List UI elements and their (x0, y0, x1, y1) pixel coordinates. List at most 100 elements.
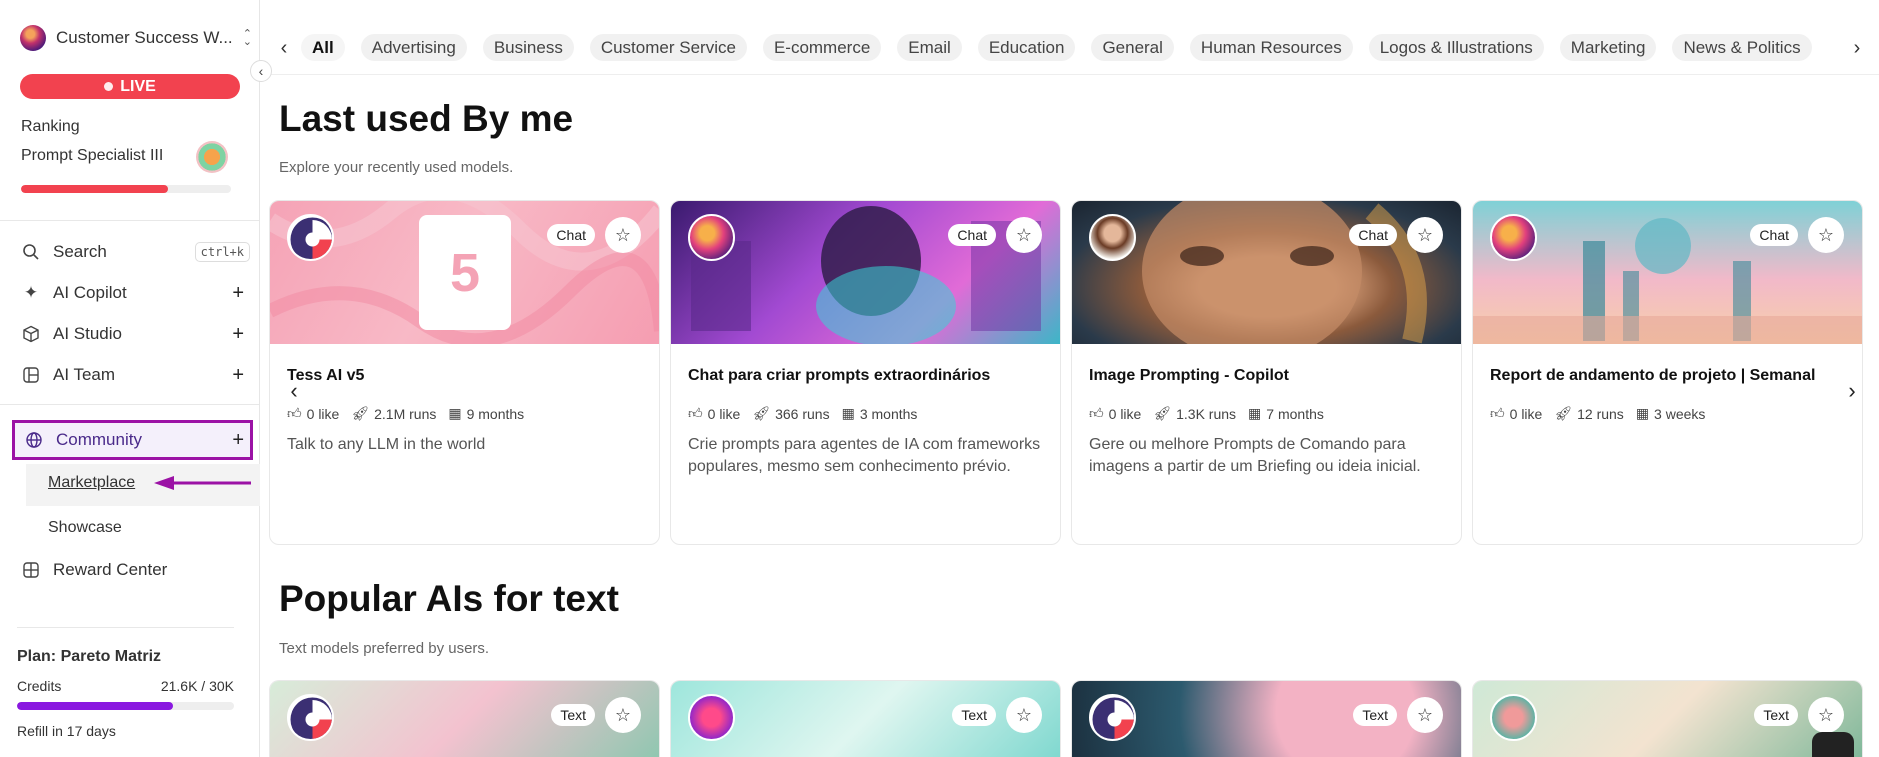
model-card[interactable]: Chat ☆ Chat para criar prompts extraordi… (670, 200, 1061, 545)
star-icon[interactable]: ☆ (605, 217, 641, 253)
category-chip[interactable]: Advertising (360, 34, 467, 61)
model-card[interactable]: 5 Chat ☆ Tess AI v5 👍︎ 0 like 🚀︎ 2.1M runs… (269, 200, 660, 545)
chat-support-button[interactable] (1812, 732, 1854, 757)
card-age: 3 months (859, 405, 918, 422)
sidebar-item-label: AI Studio (53, 324, 122, 343)
category-chip[interactable]: Business (482, 34, 574, 61)
rocket-icon: 🚀︎ (1153, 405, 1172, 421)
thumbs-up-icon[interactable]: 👍︎ (1089, 405, 1104, 422)
chevron-left-icon[interactable]: ‹ (284, 378, 304, 403)
credits-progress-bar (17, 702, 234, 710)
section-title-popular: Popular AIs for text (279, 578, 619, 619)
card-title: Chat para criar prompts extraordinários (688, 367, 991, 384)
card-likes: 0 like (707, 405, 741, 422)
sidebar-item-label: AI Copilot (53, 283, 127, 302)
star-icon[interactable]: ☆ (1407, 217, 1443, 253)
search-shortcut: ctrl+k (194, 242, 250, 262)
thumbs-up-icon[interactable]: 👍︎ (287, 405, 302, 422)
annotation-arrow-icon (154, 476, 251, 490)
category-chip[interactable]: Email (897, 34, 962, 61)
section-subtitle-last-used: Explore your recently used models. (279, 159, 514, 176)
workspace-name: Customer Success W... (56, 28, 233, 47)
ranking-progress-fill (21, 185, 168, 193)
model-card[interactable]: Text ☆ (1472, 680, 1863, 757)
card-tag: Text (1754, 704, 1798, 726)
rocket-icon: 🚀︎ (351, 405, 370, 421)
star-icon[interactable]: ☆ (1808, 697, 1844, 733)
app-root: Customer Success W... ⌃ ⌄ LIVE Ranking Pr… (0, 0, 1879, 757)
card-avatar (688, 214, 735, 261)
sidebar-item-community[interactable]: Community + (12, 420, 253, 460)
sidebar-item-ai-team[interactable]: AI Team + (20, 358, 250, 392)
card-avatar (1490, 694, 1537, 741)
globe-icon (23, 429, 45, 451)
chevron-left-icon[interactable]: ‹ (273, 37, 295, 59)
card-meta: 👍︎ 0 like 🚀︎ 12 runs ▦ 3 weeks (1490, 405, 1850, 422)
card-age: 7 months (1266, 405, 1324, 422)
plus-icon[interactable]: + (232, 282, 244, 305)
star-icon[interactable]: ☆ (1006, 217, 1042, 253)
card-tag: Text (1353, 704, 1397, 726)
workspace-avatar (20, 25, 46, 51)
card-runs: 12 runs (1577, 405, 1624, 422)
credits-value: 21.6K / 30K (160, 678, 234, 694)
category-chip[interactable]: Human Resources (1189, 34, 1353, 61)
thumbs-up-icon[interactable]: 👍︎ (688, 405, 703, 422)
card-tag: Chat (1349, 224, 1397, 246)
workspace-switcher[interactable]: Customer Success W... ⌃ ⌄ (20, 24, 252, 52)
model-card[interactable]: Chat ☆ Report de andamento de projeto | … (1472, 200, 1863, 545)
category-chip[interactable]: General (1091, 34, 1174, 61)
card-age: 9 months (466, 405, 525, 422)
live-button[interactable]: LIVE (20, 74, 240, 99)
model-card[interactable]: Text ☆ (670, 680, 1061, 757)
gift-icon (20, 559, 42, 581)
category-chip[interactable]: Logos & Illustrations (1368, 34, 1544, 61)
chevron-right-icon[interactable]: › (1842, 378, 1862, 403)
divider (0, 404, 259, 405)
star-icon[interactable]: ☆ (605, 697, 641, 733)
card-meta: 👍︎ 0 like 🚀︎ 1.3K runs ▦ 7 months (1089, 405, 1449, 422)
category-chip[interactable]: News & Politics (1672, 34, 1812, 61)
plus-icon[interactable]: + (232, 429, 244, 452)
sidebar-item-showcase[interactable]: Showcase (48, 519, 122, 537)
sidebar-item-ai-studio[interactable]: AI Studio + (20, 317, 250, 351)
card-likes: 0 like (1108, 405, 1142, 422)
card-tag: Text (952, 704, 996, 726)
plus-icon[interactable]: + (232, 323, 244, 346)
model-card[interactable]: Text ☆ (1071, 680, 1462, 757)
layout-icon (20, 364, 42, 386)
live-label: LIVE (120, 77, 156, 95)
star-icon[interactable]: ☆ (1808, 217, 1844, 253)
calendar-icon: ▦ (1635, 405, 1650, 421)
search-item[interactable]: Search ctrl+k (20, 235, 250, 269)
sidebar-item-marketplace[interactable]: Marketplace (48, 474, 135, 492)
star-icon[interactable]: ☆ (1407, 697, 1443, 733)
card-tag: Text (551, 704, 595, 726)
category-chip[interactable]: Marketing (1559, 34, 1657, 61)
category-chip[interactable]: Education (977, 34, 1076, 61)
section-title-last-used: Last used By me (279, 98, 574, 139)
thumbs-up-icon[interactable]: 👍︎ (1490, 405, 1505, 422)
ranking-title: Prompt Specialist III (21, 147, 164, 164)
calendar-icon: ▦ (841, 405, 855, 421)
category-chip[interactable]: Customer Service (589, 34, 747, 61)
card-tag: Chat (547, 224, 595, 246)
category-chip[interactable]: All (301, 34, 345, 61)
card-title: Tess AI v5 (287, 367, 365, 384)
model-card[interactable]: Chat ☆ Image Prompting - Copilot 👍︎ 0 lik… (1071, 200, 1462, 545)
card-description: Gere ou melhore Prompts de Comando para … (1089, 436, 1421, 475)
card-avatar (688, 694, 735, 741)
chevron-right-icon[interactable]: › (1846, 37, 1868, 59)
card-avatar (1089, 694, 1136, 741)
category-list: All Advertising Business Customer Service E-… (301, 34, 1831, 61)
collapse-sidebar-button[interactable]: ‹ (250, 60, 272, 82)
sidebar-item-reward-center[interactable]: Reward Center (20, 553, 250, 587)
card-title: Report de andamento de projeto | Semanal (1490, 367, 1816, 384)
model-card[interactable]: Text ☆ (269, 680, 660, 757)
plus-icon[interactable]: + (232, 364, 244, 387)
category-chip[interactable]: E-commerce (762, 34, 882, 61)
card-runs: 1.3K runs (1176, 405, 1237, 422)
sidebar-item-ai-copilot[interactable]: ✦ AI Copilot + (20, 276, 250, 310)
star-icon[interactable]: ☆ (1006, 697, 1042, 733)
plan-title: Plan: Pareto Matriz (17, 648, 162, 665)
